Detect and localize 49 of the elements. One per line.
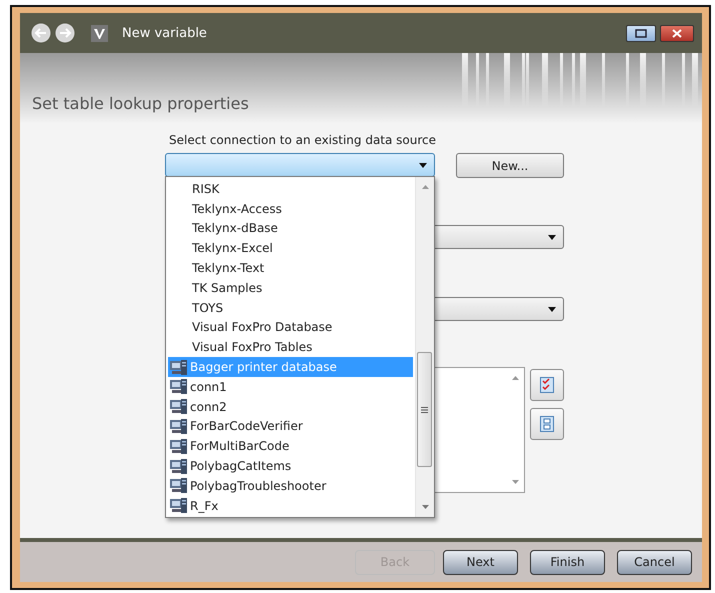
caret-icon [419, 162, 427, 168]
dropdown-option[interactable]: conn2 [168, 396, 413, 417]
uncheck-all-button[interactable] [530, 408, 564, 440]
wizard-button[interactable]: Next [443, 550, 518, 574]
database-server-icon [169, 477, 189, 494]
scroll-up-icon[interactable] [422, 185, 428, 189]
window-title: New variable [122, 26, 208, 40]
dropdown-option[interactable]: PolybagTroubleshooter [168, 476, 413, 496]
database-server-icon [169, 358, 189, 376]
dropdown-option[interactable]: Visual FoxPro Database [168, 318, 413, 338]
dropdown-option[interactable]: Teklynx-dBase [168, 218, 413, 238]
page-heading: Set table lookup properties [32, 94, 249, 113]
new-button[interactable]: New... [456, 153, 564, 178]
dropdown-option[interactable]: ForBarCodeVerifier [168, 416, 413, 436]
database-server-icon [169, 438, 189, 455]
scroll-down-icon[interactable] [512, 480, 518, 484]
dropdown-option[interactable]: ForMultiBarCode [168, 436, 413, 456]
caret-icon [548, 306, 556, 312]
scrollbar-thumb[interactable] [417, 352, 432, 467]
close-button[interactable] [660, 24, 694, 42]
scroll-down-icon[interactable] [422, 505, 428, 509]
check-all-button[interactable] [530, 369, 564, 401]
caret-icon [548, 234, 556, 240]
database-server-icon [169, 398, 189, 416]
app-logo-icon [91, 24, 108, 42]
checklist-icon [540, 377, 554, 393]
dropdown-option[interactable]: Teklynx-Text [168, 258, 413, 278]
dropdown-option[interactable]: Teklynx-Excel [168, 238, 413, 258]
dropdown-option[interactable]: Visual FoxPro Tables [168, 337, 413, 358]
dropdown-option[interactable]: PolybagCatItems [168, 456, 413, 476]
dropdown-option[interactable]: RISK [168, 179, 413, 199]
database-server-icon [169, 497, 189, 514]
dropdown-option[interactable]: TK Samples [168, 278, 413, 298]
field-label: Select connection to an existing data source [169, 133, 438, 149]
close-icon [671, 28, 683, 38]
blank-list-icon [540, 416, 554, 432]
database-server-icon [169, 378, 189, 396]
wizard-button[interactable]: Finish [530, 550, 605, 574]
maximize-button[interactable] [626, 24, 656, 42]
scroll-up-icon[interactable] [512, 376, 518, 380]
database-server-icon [169, 418, 189, 435]
database-server-icon [169, 458, 189, 475]
dropdown-option[interactable]: R_Fx [168, 496, 413, 516]
dropdown-option[interactable]: conn1 [168, 376, 413, 397]
connection-dropdown[interactable] [165, 153, 435, 177]
dropdown-option[interactable]: TOYS [168, 298, 413, 318]
maximize-icon [635, 28, 647, 38]
wizard-button[interactable]: Cancel [617, 550, 692, 574]
dropdown-option[interactable]: Teklynx-Access [168, 198, 413, 219]
